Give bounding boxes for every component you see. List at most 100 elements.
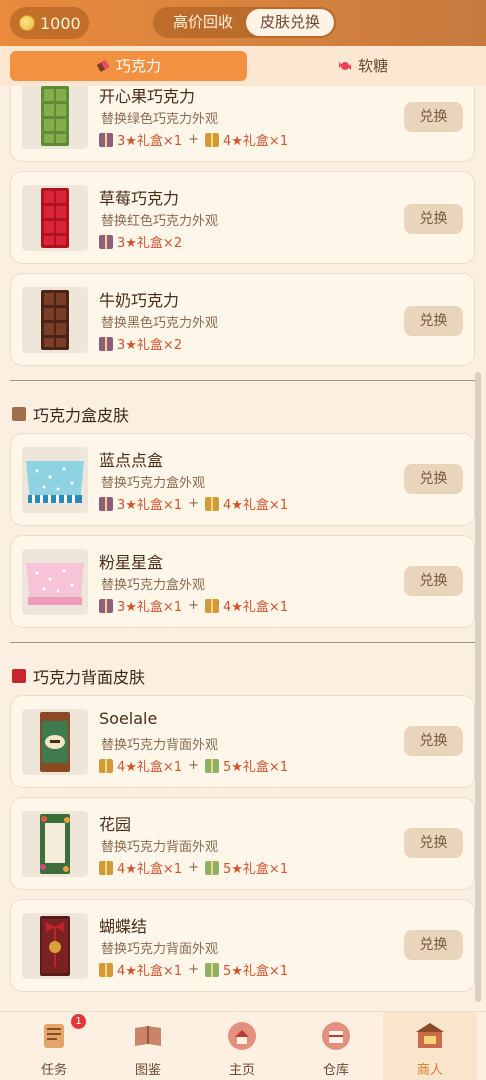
candy-icon [338,62,351,70]
list-scrollbar[interactable] [475,372,481,1002]
item-description: 替换黑色巧克力外观 [101,316,219,331]
cost-part: 3★礼盒×2 [117,236,183,251]
item-thumbnail [22,549,88,615]
redeem-button[interactable]: 兑换 [404,930,463,960]
item-description: 替换巧克力盒外观 [101,578,206,593]
redeem-button[interactable]: 兑换 [404,828,463,858]
gift-box-3star-icon [99,598,113,613]
cost-part: 3★礼盒×1 [117,600,183,615]
cost-plus: + [188,860,199,875]
nav-label: 主页 [228,1063,255,1078]
cost-part: 3★礼盒×1 [117,134,183,149]
redeem-button[interactable]: 兑换 [404,306,463,336]
nav-catalog[interactable]: 图鉴 [101,1012,195,1080]
nav-storage[interactable]: 仓库 [289,1012,383,1080]
cost-plus: + [188,132,199,147]
gift-box-5star-icon [205,860,219,875]
item-cost: 3★礼盒×2 [99,334,182,353]
section-title: 巧克力盒皮肤 [33,406,130,425]
gift-box-4star-icon [99,758,113,773]
item-cost: 3★礼盒×1 + 4★礼盒×1 [99,494,288,513]
merchant-shop-icon [416,1023,444,1048]
category-tabs: 巧克力 软糖 [0,46,486,86]
item-title: 花园 [99,815,132,834]
redeem-button[interactable]: 兑换 [404,726,463,756]
tab-chocolate-label: 巧克力 [115,57,161,75]
cost-plus: + [188,962,199,977]
item-cost: 4★礼盒×1 + 5★礼盒×1 [99,858,288,877]
chocolate-icon [97,60,109,72]
item-thumbnail [22,913,88,979]
item-description: 替换巧克力背面外观 [101,840,219,855]
nav-merchant[interactable]: 商人 [383,1012,477,1080]
tab-chocolate[interactable]: 巧克力 [10,51,247,81]
bottom-nav: 1 任务 图鉴 主页 仓库 商人 [0,1011,486,1080]
skin-list[interactable]: 开心果巧克力 替换绿色巧克力外观 3★礼盒×1 + 4★礼盒×1 兑换 草莓巧克… [0,86,486,1011]
cost-part: 5★礼盒×1 [223,862,289,877]
redeem-button[interactable]: 兑换 [404,464,463,494]
item-title: 草莓巧克力 [99,189,180,208]
item-description: 替换巧克力背面外观 [101,942,219,957]
toggle-skin-exchange[interactable]: 皮肤兑换 [246,9,334,36]
redeem-button[interactable]: 兑换 [404,204,463,234]
item-thumbnail [22,709,88,775]
list-item: 开心果巧克力 替换绿色巧克力外观 3★礼盒×1 + 4★礼盒×1 兑换 [10,86,475,162]
gift-box-4star-icon [205,598,219,613]
list-item: 粉星星盒 替换巧克力盒外观 3★礼盒×1 + 4★礼盒×1 兑换 [10,535,475,628]
gift-box-4star-icon [205,132,219,147]
cost-plus: + [188,496,199,511]
nav-home[interactable]: 主页 [195,1012,289,1080]
item-description: 替换巧克力背面外观 [101,738,219,753]
box-image [26,563,84,605]
home-icon [228,1022,256,1050]
chocolate-bar-image [41,290,69,350]
nav-tasks[interactable]: 1 任务 [7,1012,101,1080]
tab-candy-label: 软糖 [357,57,388,75]
cost-part: 4★礼盒×1 [223,134,289,149]
book-icon [135,1026,161,1046]
chocolate-wrapper-image [40,712,70,772]
gift-box-5star-icon [205,758,219,773]
list-item: Soelale 替换巧克力背面外观 4★礼盒×1 + 5★礼盒×1 兑换 [10,695,475,788]
item-description: 替换红色巧克力外观 [101,214,219,229]
chocolate-bar-image [41,188,69,248]
tab-candy[interactable]: 软糖 [250,51,476,81]
cost-plus: + [188,598,199,613]
toggle-recycle[interactable]: 高价回收 [159,9,247,36]
section-title: 巧克力背面皮肤 [33,668,146,687]
gift-box-4star-icon [99,962,113,977]
item-title: 蝴蝶结 [99,917,148,936]
item-thumbnail [22,86,88,149]
redeem-button[interactable]: 兑换 [404,102,463,132]
item-description: 替换绿色巧克力外观 [101,112,219,127]
item-cost: 4★礼盒×1 + 5★礼盒×1 [99,756,288,775]
coin-count: 1000 [40,13,81,33]
redeem-button[interactable]: 兑换 [404,566,463,596]
list-item: 花园 替换巧克力背面外观 4★礼盒×1 + 5★礼盒×1 兑换 [10,797,475,890]
tasks-badge: 1 [71,1014,86,1029]
nav-label: 任务 [40,1063,67,1078]
gift-box-3star-icon [99,132,113,147]
chocolate-bar-image [41,86,69,146]
item-thumbnail [22,287,88,353]
warehouse-icon [322,1022,350,1050]
item-cost: 3★礼盒×2 [99,232,182,251]
card-back-icon [12,669,26,683]
cost-part: 4★礼盒×1 [223,600,289,615]
cost-part: 5★礼盒×1 [223,760,289,775]
gift-box-4star-icon [99,860,113,875]
item-title: 蓝点点盒 [99,451,164,470]
chocolate-wrapper-image [40,916,70,976]
cost-part: 3★礼盒×2 [117,338,183,353]
nav-label: 商人 [416,1063,443,1078]
box-icon [12,407,26,421]
item-cost: 3★礼盒×1 + 4★礼盒×1 [99,130,288,149]
section-header-back: 巧克力背面皮肤 [12,664,145,688]
gift-box-5star-icon [205,962,219,977]
coin-icon [19,15,35,31]
section-divider [10,380,475,381]
item-title: 开心果巧克力 [99,87,196,106]
gift-box-4star-icon [205,496,219,511]
cost-part: 5★礼盒×1 [223,964,289,979]
gift-box-3star-icon [99,336,113,351]
